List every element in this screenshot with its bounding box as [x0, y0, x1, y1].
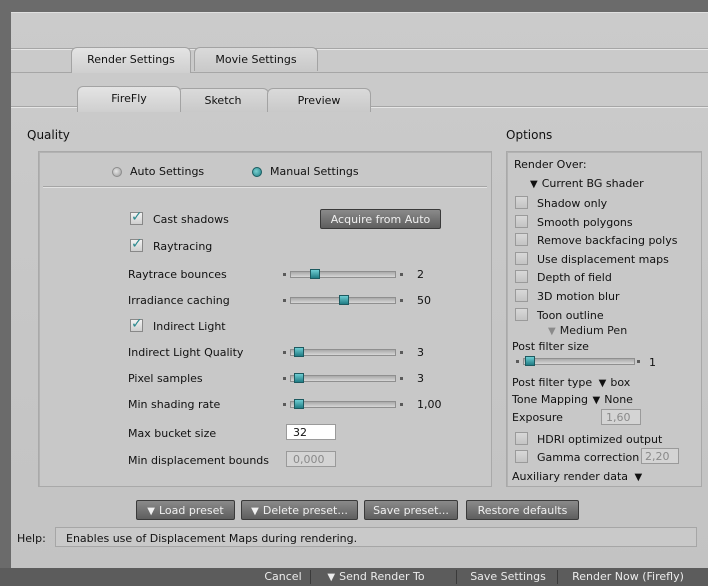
toon-pen-dropdown[interactable]: ▼ Medium Pen	[548, 324, 627, 337]
hdri-checkbox[interactable]	[515, 432, 528, 445]
post-filter-size-label: Post filter size	[512, 340, 589, 353]
post-filter-size-slider[interactable]	[516, 355, 640, 367]
option-label: Smooth polygons	[537, 216, 633, 229]
restore-defaults-button[interactable]: Restore defaults	[466, 500, 579, 520]
options-title: Options	[506, 128, 553, 142]
raytracing-checkbox[interactable]	[130, 236, 143, 252]
save-settings-button[interactable]: Save Settings	[462, 568, 554, 586]
indirect-light-checkbox[interactable]	[130, 316, 143, 332]
pixel-samples-slider[interactable]	[283, 372, 403, 384]
send-render-to-button[interactable]: ▼ Send Render To	[316, 568, 436, 586]
option-label: Toon outline	[537, 309, 604, 322]
tab-movie-settings[interactable]: Movie Settings	[194, 47, 318, 71]
dropdown-arrow-icon: ▼	[147, 506, 155, 517]
option-label: 3D motion blur	[537, 290, 620, 303]
auxiliary-render-data-dropdown[interactable]: Auxiliary render data ▼	[512, 470, 646, 483]
min-shading-rate-slider[interactable]	[283, 398, 403, 410]
max-bucket-size-label: Max bucket size	[128, 427, 217, 440]
min-shading-rate-label: Min shading rate	[128, 398, 221, 411]
manual-settings-radio[interactable]: Manual Settings	[252, 165, 359, 178]
cancel-button[interactable]: Cancel	[258, 568, 308, 586]
dropdown-arrow-icon: ▼	[251, 506, 259, 517]
irradiance-caching-value: 50	[417, 294, 431, 307]
indirect-light-label: Indirect Light	[153, 320, 226, 333]
min-displacement-bounds-field[interactable]: 0,000	[286, 451, 336, 467]
dropdown-arrow-icon: ▼	[548, 326, 556, 337]
tab-preview[interactable]: Preview	[267, 88, 371, 112]
render-over-label: Render Over:	[514, 158, 587, 171]
tab-sketch[interactable]: Sketch	[177, 88, 269, 112]
gamma-label: Gamma correction	[537, 451, 640, 464]
tab-firefly[interactable]: FireFly	[77, 86, 181, 112]
help-label: Help:	[17, 532, 46, 545]
option-checkbox-remove-backfacing-polys[interactable]	[515, 233, 528, 246]
indirect-light-quality-label: Indirect Light Quality	[128, 346, 244, 359]
cast-shadows-checkbox[interactable]	[130, 209, 143, 225]
indirect-light-quality-slider[interactable]	[283, 346, 403, 358]
raytrace-bounces-label: Raytrace bounces	[128, 268, 227, 281]
radio-off-icon	[112, 167, 122, 177]
option-checkbox-smooth-polygons[interactable]	[515, 215, 528, 228]
render-settings-window: Render Settings Movie Settings FireFly S…	[11, 12, 708, 570]
render-over-dropdown[interactable]: ▼ Current BG shader	[530, 177, 644, 190]
tone-mapping-dropdown[interactable]: Tone Mapping ▼ None	[512, 393, 633, 406]
min-shading-rate-value: 1,00	[417, 398, 442, 411]
option-label: Shadow only	[537, 197, 608, 210]
hdri-label: HDRI optimized output	[537, 433, 663, 446]
dropdown-arrow-icon: ▼	[598, 378, 607, 389]
exposure-label: Exposure	[512, 411, 563, 424]
max-bucket-size-field[interactable]: 32	[286, 424, 336, 440]
exposure-field[interactable]: 1,60	[601, 409, 641, 425]
indirect-light-quality-value: 3	[417, 346, 424, 359]
raytrace-bounces-slider[interactable]	[283, 268, 403, 280]
cast-shadows-label: Cast shadows	[153, 213, 229, 226]
pixel-samples-label: Pixel samples	[128, 372, 203, 385]
save-preset-button[interactable]: Save preset...	[364, 500, 458, 520]
post-filter-type-dropdown[interactable]: Post filter type ▼ box	[512, 376, 630, 389]
gamma-field[interactable]: 2,20	[641, 448, 679, 464]
post-filter-size-value: 1	[649, 356, 656, 369]
help-text: Enables use of Displacement Maps during …	[55, 527, 697, 547]
option-label: Remove backfacing polys	[537, 234, 678, 247]
tab-render-settings[interactable]: Render Settings	[71, 47, 191, 73]
dropdown-arrow-icon: ▼	[530, 179, 538, 190]
footer-bar: Cancel ▼ Send Render To Save Settings Ren…	[0, 568, 708, 586]
option-checkbox-depth-of-field[interactable]	[515, 270, 528, 283]
quality-title: Quality	[27, 128, 70, 142]
option-label: Use displacement maps	[537, 253, 669, 266]
delete-preset-button[interactable]: ▼ Delete preset...	[241, 500, 358, 520]
radio-on-icon	[252, 167, 262, 177]
irradiance-caching-slider[interactable]	[283, 294, 403, 306]
raytrace-bounces-value: 2	[417, 268, 424, 281]
auto-settings-radio[interactable]: Auto Settings	[112, 165, 204, 178]
option-checkbox-3d-motion-blur[interactable]	[515, 289, 528, 302]
option-checkbox-use-displacement-maps[interactable]	[515, 252, 528, 265]
option-checkbox-shadow-only[interactable]	[515, 196, 528, 209]
dropdown-arrow-icon: ▼	[592, 395, 601, 406]
min-displacement-bounds-label: Min displacement bounds	[128, 454, 270, 467]
option-checkbox-toon-outline[interactable]	[515, 308, 528, 321]
raytracing-label: Raytracing	[153, 240, 213, 253]
gamma-checkbox[interactable]	[515, 450, 528, 463]
dropdown-arrow-icon: ▼	[327, 572, 336, 583]
quality-panel	[38, 151, 492, 487]
pixel-samples-value: 3	[417, 372, 424, 385]
load-preset-button[interactable]: ▼ Load preset	[136, 500, 235, 520]
render-now-button[interactable]: Render Now (Firefly)	[561, 568, 695, 586]
dropdown-arrow-icon: ▼	[634, 472, 643, 483]
option-label: Depth of field	[537, 271, 612, 284]
acquire-from-auto-button[interactable]: Acquire from Auto	[320, 209, 441, 229]
irradiance-caching-label: Irradiance caching	[128, 294, 230, 307]
